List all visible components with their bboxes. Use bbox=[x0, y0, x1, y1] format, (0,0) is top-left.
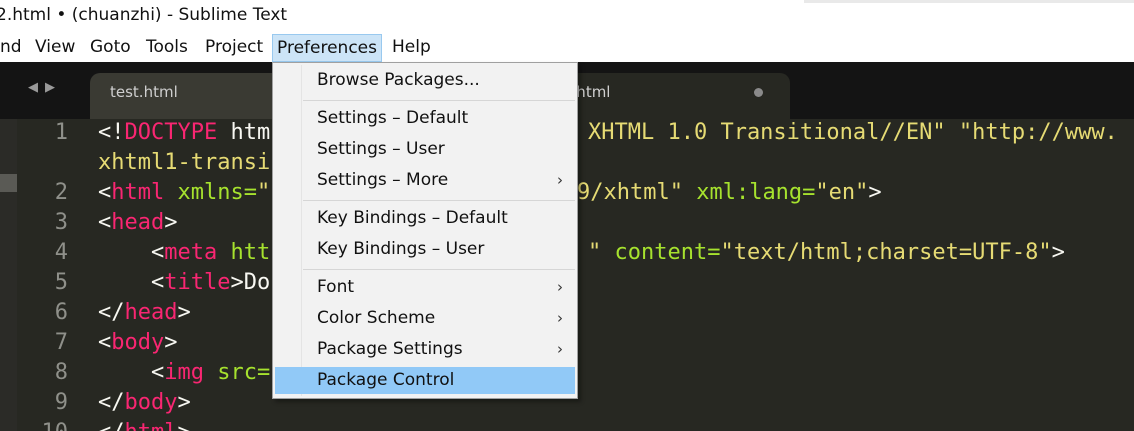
menu-item-key-bindings-user[interactable]: Key Bindings – User bbox=[275, 236, 575, 263]
code-line-1-wrap: xhtml1-transi bbox=[98, 150, 271, 175]
menu-tools[interactable]: Tools bbox=[142, 33, 192, 62]
menu-item-browse-packages[interactable]: Browse Packages... bbox=[275, 67, 575, 94]
menu-item-package-control[interactable]: Package Control bbox=[275, 367, 575, 394]
chevron-right-icon: › bbox=[557, 171, 563, 189]
menu-item-key-bindings-default[interactable]: Key Bindings – Default bbox=[275, 205, 575, 232]
chevron-right-icon: › bbox=[557, 309, 563, 327]
line-number: 10 bbox=[22, 420, 69, 431]
title-bar-controls-area bbox=[804, 0, 1134, 3]
line-number: 3 bbox=[54, 210, 68, 235]
menu-item-color-scheme[interactable]: Color Scheme › bbox=[275, 305, 575, 332]
line-number: 5 bbox=[54, 270, 68, 295]
code-line-4-end: " content="text/html;charset=UTF-8"> bbox=[588, 240, 1065, 265]
code-line-6: </head> bbox=[98, 300, 191, 325]
code-line-4: <meta htt bbox=[98, 240, 271, 265]
menu-goto[interactable]: Goto bbox=[86, 33, 135, 62]
menu-separator bbox=[303, 269, 575, 270]
minimap-strip bbox=[0, 119, 17, 431]
tab-scroll-arrows-icon[interactable]: ◀▶ bbox=[28, 80, 62, 95]
code-line-9: </body> bbox=[98, 390, 191, 415]
code-line-2: <html xmlns=" bbox=[98, 180, 271, 205]
menu-item-font[interactable]: Font › bbox=[275, 274, 575, 301]
chevron-right-icon: › bbox=[557, 340, 563, 358]
line-number: 1 bbox=[54, 120, 68, 145]
code-line-7: <body> bbox=[98, 330, 178, 355]
code-line-8: <img src= bbox=[98, 360, 271, 385]
code-line-3: <head> bbox=[98, 210, 178, 235]
menu-project[interactable]: Project bbox=[201, 33, 267, 62]
menu-separator bbox=[303, 200, 575, 201]
unsaved-dot-icon bbox=[754, 88, 763, 97]
line-number: 2 bbox=[54, 180, 68, 205]
line-number: 4 bbox=[54, 240, 68, 265]
code-line-1: <!DOCTYPE htm bbox=[98, 120, 271, 145]
menu-item-package-settings[interactable]: Package Settings › bbox=[275, 336, 575, 363]
code-line-10: </html> bbox=[98, 420, 191, 431]
menu-view[interactable]: View bbox=[31, 33, 79, 62]
chevron-right-icon: › bbox=[557, 278, 563, 296]
line-number: 6 bbox=[54, 300, 68, 325]
code-line-1-end: XHTML 1.0 Transitional//EN" "http://www. bbox=[588, 120, 1118, 145]
code-line-5: <title>Do bbox=[98, 270, 271, 295]
window-title: 2.html • (chuanzhi) - Sublime Text bbox=[0, 5, 288, 25]
menu-preferences[interactable]: Preferences bbox=[272, 34, 382, 62]
scroll-marker[interactable] bbox=[0, 174, 17, 192]
menu-help[interactable]: Help bbox=[388, 33, 435, 62]
line-number: 8 bbox=[54, 360, 68, 385]
code-line-2-end: 9/xhtml" xml:lang="en"> bbox=[577, 180, 882, 205]
menu-find[interactable]: nd bbox=[0, 33, 26, 62]
line-number: 7 bbox=[54, 330, 68, 355]
title-bar: 2.html • (chuanzhi) - Sublime Text bbox=[0, 0, 1134, 33]
menu-item-settings-more[interactable]: Settings – More › bbox=[275, 167, 575, 194]
menu-separator bbox=[303, 100, 575, 101]
tab-label: test.html bbox=[110, 83, 178, 101]
preferences-dropdown-menu: Browse Packages... Settings – Default Se… bbox=[272, 62, 578, 399]
menu-item-settings-default[interactable]: Settings – Default bbox=[275, 105, 575, 132]
line-number: 9 bbox=[54, 390, 68, 415]
menu-bar: nd View Goto Tools Project Preferences H… bbox=[0, 33, 1134, 62]
menu-item-settings-user[interactable]: Settings – User bbox=[275, 136, 575, 163]
